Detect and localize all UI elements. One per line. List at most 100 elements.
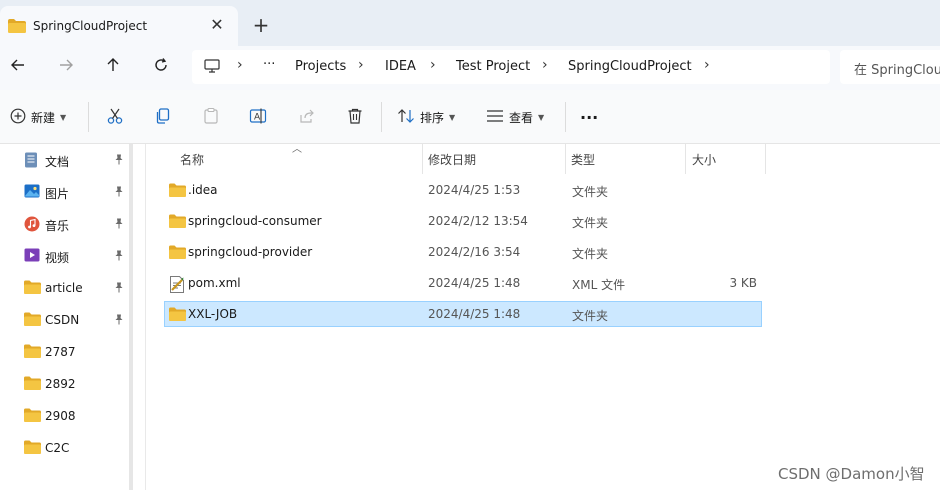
sidebar-item-2787[interactable]: 2787 bbox=[0, 336, 132, 368]
share-icon bbox=[298, 107, 316, 128]
list-view-icon bbox=[486, 109, 504, 126]
delete-button[interactable] bbox=[346, 104, 364, 130]
folder-icon bbox=[169, 214, 186, 231]
arrow-left-icon[interactable] bbox=[6, 56, 30, 80]
file-row[interactable]: .idea 2024/4/25 1:53 文件夹 bbox=[164, 177, 762, 203]
scissors-icon bbox=[106, 107, 124, 128]
arrow-right-icon[interactable] bbox=[54, 56, 78, 80]
column-header-name[interactable]: 名称 bbox=[164, 144, 422, 174]
monitor-icon[interactable] bbox=[204, 59, 220, 76]
arrow-up-icon[interactable] bbox=[101, 56, 125, 80]
sidebar-item-2908[interactable]: 2908 bbox=[0, 400, 132, 432]
chevron-down-icon: ▼ bbox=[60, 112, 67, 122]
sidebar-item-csdn[interactable]: CSDN bbox=[0, 304, 132, 336]
pin-icon[interactable] bbox=[114, 250, 124, 264]
refresh-icon[interactable] bbox=[149, 56, 173, 80]
address-bar[interactable]: › ··· Projects › IDEA › Test Project › S… bbox=[192, 50, 830, 84]
address-row: › ··· Projects › IDEA › Test Project › S… bbox=[0, 46, 940, 90]
close-icon[interactable]: ✕ bbox=[206, 14, 228, 36]
sidebar-item-c2c[interactable]: C2C bbox=[0, 432, 132, 464]
rename-button[interactable]: A bbox=[249, 104, 267, 130]
column-header-size[interactable]: 大小 bbox=[685, 144, 765, 174]
breadcrumb-springcloudproject[interactable]: SpringCloudProject bbox=[568, 59, 692, 74]
divider bbox=[88, 102, 89, 132]
tab-springcloudproject[interactable]: SpringCloudProject ✕ bbox=[0, 6, 238, 46]
sidebar-item-label: CSDN bbox=[45, 313, 80, 327]
folder-icon bbox=[169, 183, 186, 200]
divider bbox=[565, 102, 566, 132]
svg-text:A: A bbox=[254, 112, 261, 122]
sidebar-item-图片[interactable]: 图片 bbox=[0, 176, 132, 208]
pin-icon[interactable] bbox=[114, 282, 124, 296]
sidebar-scrollbar[interactable] bbox=[129, 144, 133, 490]
chevron-down-icon: ▼ bbox=[449, 112, 456, 122]
pin-icon[interactable] bbox=[114, 186, 124, 200]
cut-button[interactable] bbox=[106, 104, 124, 130]
sidebar-item-2892[interactable]: 2892 bbox=[0, 368, 132, 400]
column-header-type[interactable]: 类型 bbox=[565, 144, 685, 174]
rename-icon: A bbox=[249, 107, 267, 128]
sidebar-item-音乐[interactable]: 音乐 bbox=[0, 208, 132, 240]
sort-button-label: 排序 bbox=[420, 110, 445, 125]
breadcrumb-separator[interactable]: › bbox=[237, 57, 243, 73]
file-type: 文件夹 bbox=[572, 216, 609, 230]
copy-button[interactable] bbox=[154, 104, 172, 130]
sidebar-item-label: 视频 bbox=[45, 251, 70, 265]
file-name: springcloud-provider bbox=[188, 245, 313, 259]
sidebar-item-label: 图片 bbox=[45, 187, 70, 201]
breadcrumb-separator[interactable]: › bbox=[358, 57, 364, 73]
folder-icon bbox=[24, 280, 41, 297]
column-header-size-label: 大小 bbox=[692, 153, 717, 167]
paste-button[interactable] bbox=[202, 104, 220, 130]
folder-icon bbox=[24, 440, 41, 457]
sidebar-item-视频[interactable]: 视频 bbox=[0, 240, 132, 272]
pane-divider[interactable] bbox=[145, 144, 146, 490]
file-row[interactable]: springcloud-consumer 2024/2/12 13:54 文件夹 bbox=[164, 208, 762, 234]
share-button[interactable] bbox=[298, 104, 316, 130]
column-header-date[interactable]: 修改日期 bbox=[422, 144, 566, 174]
file-row[interactable]: XXL-JOB 2024/4/25 1:48 文件夹 bbox=[164, 301, 762, 327]
column-divider[interactable] bbox=[765, 144, 766, 174]
folder-icon bbox=[24, 312, 41, 329]
pin-icon[interactable] bbox=[114, 218, 124, 232]
xml-file-icon bbox=[169, 276, 185, 296]
pin-icon[interactable] bbox=[114, 314, 124, 328]
command-bar: 新建 ▼ A 排序 ▼ 查看 ▼ ··· bbox=[0, 90, 940, 144]
column-header-type-label: 类型 bbox=[571, 153, 596, 167]
breadcrumb-overflow[interactable]: ··· bbox=[263, 57, 275, 72]
view-button[interactable]: 查看 ▼ bbox=[486, 104, 544, 130]
pin-icon[interactable] bbox=[114, 154, 124, 168]
file-type: XML 文件 bbox=[572, 278, 626, 292]
divider bbox=[381, 102, 382, 132]
sort-icon bbox=[397, 108, 415, 127]
breadcrumb-separator[interactable]: › bbox=[542, 57, 548, 73]
folder-icon bbox=[169, 307, 186, 324]
file-modified-date: 2024/4/25 1:48 bbox=[428, 276, 521, 290]
watermark: CSDN @Damon小智 bbox=[778, 465, 925, 483]
breadcrumb-separator[interactable]: › bbox=[430, 57, 436, 73]
breadcrumb-idea[interactable]: IDEA bbox=[385, 59, 416, 74]
sidebar-item-文档[interactable]: 文档 bbox=[0, 144, 132, 176]
new-button-label: 新建 bbox=[31, 110, 56, 125]
sidebar-item-article[interactable]: article bbox=[0, 272, 132, 304]
file-row[interactable]: pom.xml 2024/4/25 1:48 XML 文件 3 KB bbox=[164, 270, 762, 296]
file-size: 3 KB bbox=[729, 276, 757, 290]
sidebar-item-label: 音乐 bbox=[45, 219, 70, 233]
breadcrumb-test-project[interactable]: Test Project bbox=[456, 59, 530, 74]
plus-circle-icon bbox=[10, 108, 26, 127]
search-placeholder: 在 SpringClou bbox=[854, 63, 940, 78]
column-header-name-label: 名称 bbox=[180, 153, 205, 167]
plus-icon[interactable]: + bbox=[250, 14, 272, 36]
sort-button[interactable]: 排序 ▼ bbox=[397, 104, 455, 130]
new-button[interactable]: 新建 ▼ bbox=[10, 104, 66, 130]
file-name: springcloud-consumer bbox=[188, 214, 322, 228]
breadcrumb-separator[interactable]: › bbox=[704, 57, 710, 73]
file-row[interactable]: springcloud-provider 2024/2/16 3:54 文件夹 bbox=[164, 239, 762, 265]
file-name: XXL-JOB bbox=[188, 307, 238, 321]
more-button[interactable]: ··· bbox=[580, 104, 598, 130]
sidebar-item-label: article bbox=[45, 281, 83, 295]
breadcrumb-projects[interactable]: Projects bbox=[295, 59, 346, 74]
sidebar-item-label: 2787 bbox=[45, 345, 76, 359]
file-modified-date: 2024/4/25 1:48 bbox=[428, 307, 521, 321]
search-input[interactable]: 在 SpringClou bbox=[840, 50, 940, 84]
